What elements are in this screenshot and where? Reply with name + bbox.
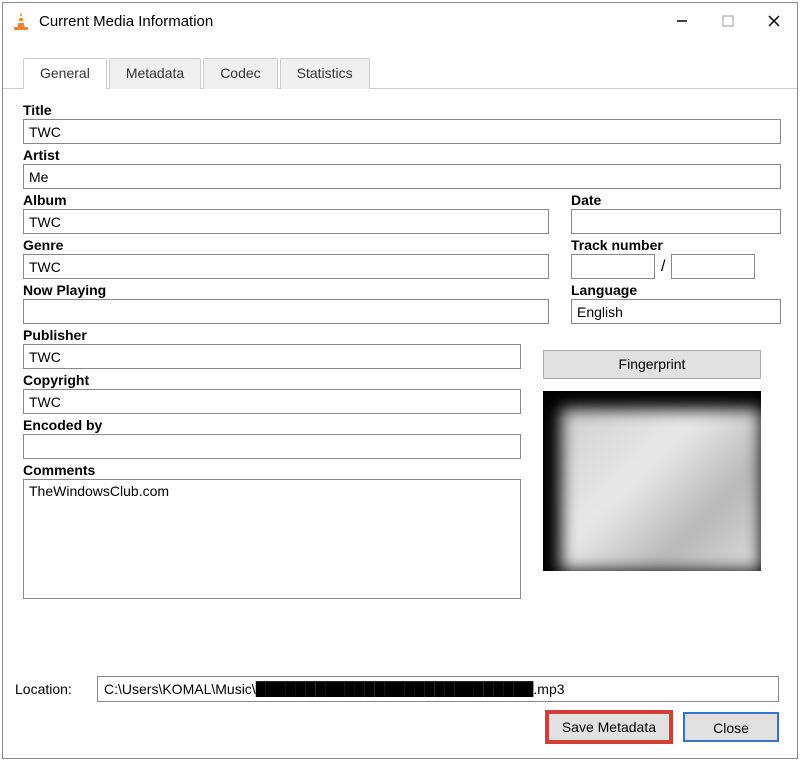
publisher-label: Publisher: [23, 327, 521, 343]
general-tab-content: Title Artist Album Date Genre Track numb…: [3, 89, 797, 668]
album-label: Album: [23, 192, 549, 208]
copyright-label: Copyright: [23, 372, 521, 388]
now-playing-label: Now Playing: [23, 282, 549, 298]
album-input[interactable]: [23, 209, 549, 234]
genre-input[interactable]: [23, 254, 549, 279]
titlebar: Current Media Information: [3, 3, 797, 39]
date-input[interactable]: [571, 209, 781, 234]
tab-general[interactable]: General: [23, 58, 107, 89]
tab-bar: General Metadata Codec Statistics: [3, 39, 797, 89]
fingerprint-label: Fingerprint: [619, 356, 686, 372]
track-total-input[interactable]: [671, 254, 755, 279]
language-label: Language: [571, 282, 781, 298]
bottom-bar: Location: Save Metadata Close: [3, 668, 797, 758]
tab-codec[interactable]: Codec: [203, 58, 277, 89]
date-label: Date: [571, 192, 781, 208]
close-window-button[interactable]: [751, 5, 797, 37]
save-metadata-button[interactable]: Save Metadata: [547, 712, 671, 742]
comments-textarea[interactable]: [23, 479, 521, 599]
encoded-by-label: Encoded by: [23, 417, 521, 433]
window-title: Current Media Information: [39, 13, 659, 30]
minimize-button[interactable]: [659, 5, 705, 37]
language-input[interactable]: [571, 299, 781, 324]
comments-label: Comments: [23, 462, 521, 478]
track-separator: /: [661, 258, 665, 276]
album-art-preview: [543, 391, 761, 571]
copyright-input[interactable]: [23, 389, 521, 414]
close-button[interactable]: Close: [683, 712, 779, 742]
maximize-button[interactable]: [705, 5, 751, 37]
tab-label: Statistics: [297, 65, 353, 81]
artist-input[interactable]: [23, 164, 781, 189]
save-metadata-label: Save Metadata: [562, 719, 656, 735]
vlc-cone-icon: [11, 11, 31, 31]
tab-label: Codec: [220, 65, 260, 81]
title-input[interactable]: [23, 119, 781, 144]
close-label: Close: [713, 720, 749, 736]
track-number-label: Track number: [571, 237, 781, 253]
fingerprint-button[interactable]: Fingerprint: [543, 350, 761, 379]
album-art-image: [561, 409, 761, 571]
media-info-window: Current Media Information General Metada…: [2, 2, 798, 759]
tab-statistics[interactable]: Statistics: [280, 58, 370, 89]
track-number-input[interactable]: [571, 254, 655, 279]
now-playing-input[interactable]: [23, 299, 549, 324]
artist-label: Artist: [23, 147, 781, 163]
tab-label: Metadata: [126, 65, 184, 81]
tab-label: General: [40, 65, 90, 81]
location-label: Location:: [15, 681, 87, 697]
genre-label: Genre: [23, 237, 549, 253]
location-input[interactable]: [97, 676, 779, 702]
publisher-input[interactable]: [23, 344, 521, 369]
title-label: Title: [23, 102, 781, 118]
encoded-by-input[interactable]: [23, 434, 521, 459]
tab-metadata[interactable]: Metadata: [109, 58, 201, 89]
